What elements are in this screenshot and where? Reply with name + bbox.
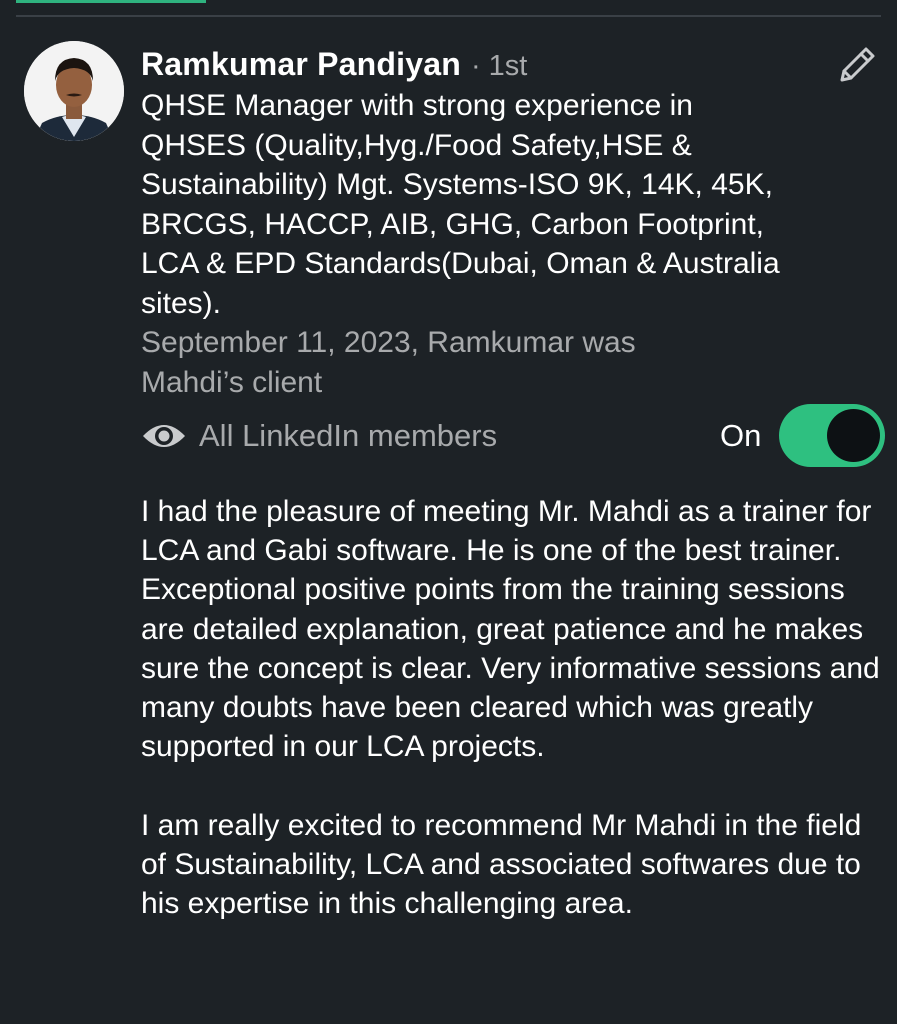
author-line: Ramkumar Pandiyan · 1st: [141, 44, 831, 84]
toggle-knob: [827, 409, 880, 462]
recommendation-date-relationship: September 11, 2023, Ramkumar was Mahdi’s…: [141, 326, 636, 399]
visibility-setting-row: All LinkedIn members On: [141, 404, 886, 467]
recommendation-text: I had the pleasure of meeting Mr. Mahdi …: [141, 492, 881, 923]
visibility-toggle[interactable]: [779, 404, 885, 467]
connection-degree: · 1st: [470, 50, 528, 82]
active-tab-indicator: [16, 0, 206, 3]
toggle-state-label: On: [720, 418, 762, 453]
pencil-icon: [840, 47, 875, 82]
visibility-label: All LinkedIn members: [199, 418, 498, 453]
recommendation-header: Ramkumar Pandiyan · 1st QHSE Manager wit…: [141, 44, 831, 402]
top-divider: [16, 15, 881, 17]
author-headline: QHSE Manager with strong experience in Q…: [141, 89, 780, 320]
author-name[interactable]: Ramkumar Pandiyan: [141, 44, 461, 84]
recommendation-paragraph: I had the pleasure of meeting Mr. Mahdi …: [141, 495, 880, 764]
profile-photo: [24, 41, 124, 141]
eye-icon: [143, 425, 185, 447]
avatar[interactable]: [24, 41, 124, 141]
recommendation-paragraph: I am really excited to recommend Mr Mahd…: [141, 808, 862, 921]
edit-button[interactable]: [834, 44, 878, 88]
